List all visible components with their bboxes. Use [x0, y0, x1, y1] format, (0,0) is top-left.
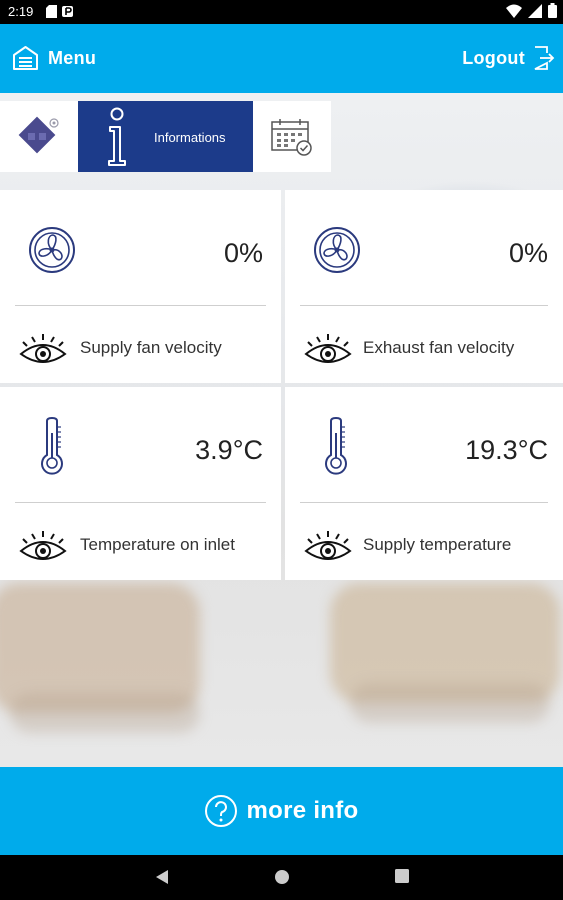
tab-schedule[interactable]: [253, 101, 331, 172]
inlet-temperature-label: Temperature on inlet: [80, 535, 235, 554]
menu-label: Menu: [48, 47, 97, 68]
calendar-icon: [271, 118, 312, 156]
card-inlet-temperature: 3.9°C Temperature on inlet: [0, 387, 281, 580]
eye-icon[interactable]: [19, 332, 67, 366]
signal-icon: [528, 3, 542, 18]
supply-fan-label: Supply fan velocity: [80, 338, 222, 357]
tab-home[interactable]: [0, 101, 78, 172]
more-info-label: more info: [246, 797, 359, 824]
fan-icon: [314, 227, 360, 273]
more-info-button[interactable]: more info: [0, 767, 563, 855]
home-icon[interactable]: [274, 869, 290, 885]
home-menu-icon: [13, 46, 38, 70]
divider: [300, 305, 548, 306]
notification-icon: [62, 6, 73, 17]
info-icon: [108, 107, 126, 166]
supply-temperature-label: Supply temperature: [363, 535, 512, 554]
exhaust-fan-label: Exhaust fan velocity: [363, 338, 515, 357]
divider: [300, 502, 548, 503]
card-supply-fan: 0% Supply fan velocity: [0, 190, 281, 383]
wifi-icon: [506, 4, 522, 18]
back-icon[interactable]: [155, 869, 169, 885]
tab-informations-label: Informations: [154, 130, 226, 145]
thermometer-icon: [41, 417, 63, 475]
status-bar: 2:19: [0, 0, 563, 24]
supply-fan-value: 0%: [223, 238, 263, 268]
help-icon: [205, 795, 238, 827]
eye-icon[interactable]: [304, 529, 352, 563]
sd-card-icon: [46, 5, 57, 18]
tab-bar: Informations: [0, 101, 331, 172]
app-bar: Menu Logout: [0, 24, 563, 93]
logout-label: Logout: [462, 47, 525, 68]
divider: [15, 305, 266, 306]
supply-temperature-value: 19.3°C: [465, 435, 548, 465]
battery-icon: [548, 3, 557, 18]
inlet-temperature-value: 3.9°C: [195, 435, 263, 465]
status-time: 2:19: [8, 4, 34, 19]
fan-icon: [29, 227, 75, 273]
card-supply-temperature: 19.3°C Supply temperature: [285, 387, 563, 580]
divider: [15, 502, 266, 503]
tab-informations[interactable]: Informations: [78, 101, 253, 172]
menu-button[interactable]: Menu: [12, 45, 96, 71]
thermometer-icon: [325, 417, 347, 475]
exhaust-fan-value: 0%: [508, 238, 548, 268]
logout-button[interactable]: Logout: [462, 45, 555, 71]
card-exhaust-fan: 0% Exhaust fan velocity: [285, 190, 563, 383]
navigation-bar: [0, 855, 563, 900]
eye-icon[interactable]: [19, 529, 67, 563]
logout-icon: [534, 46, 555, 70]
device-logo-icon: [18, 116, 59, 153]
recents-icon[interactable]: [395, 869, 409, 883]
eye-icon[interactable]: [304, 332, 352, 366]
